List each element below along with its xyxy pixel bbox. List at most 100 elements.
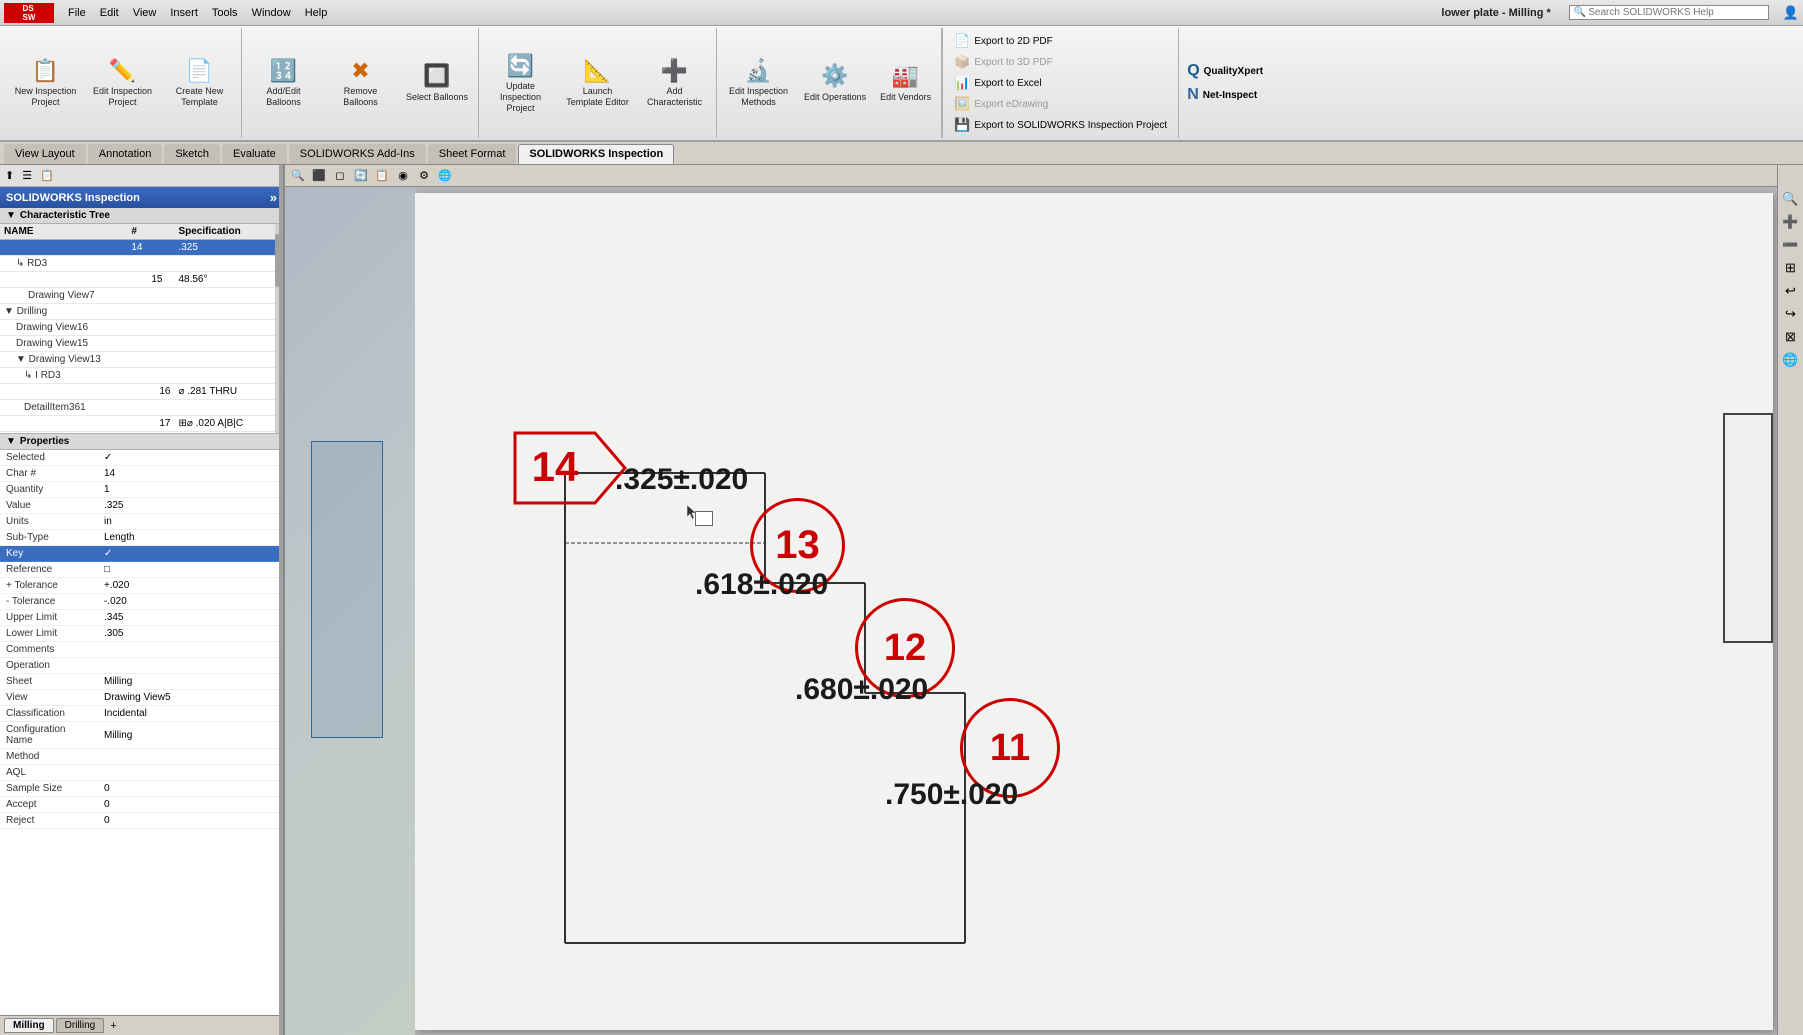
menu-file[interactable]: File	[62, 5, 92, 21]
prop-lower-limit: Lower Limit .305	[0, 626, 283, 642]
thumbnail-viewport[interactable]	[311, 441, 383, 738]
right-icon-3[interactable]: ➖	[1780, 235, 1800, 255]
char-tree-collapse-icon[interactable]: ▼	[6, 210, 16, 221]
menu-window[interactable]: Window	[246, 5, 297, 21]
tree-row-16[interactable]: 16 ⌀ .281 THRU	[0, 384, 283, 400]
panel-close-button[interactable]: »	[270, 190, 277, 205]
char-tree[interactable]: NAME # Specification 14 .325 ↳ RD3	[0, 224, 283, 434]
properties-collapse-icon[interactable]: ▼	[6, 436, 16, 447]
char-tree-title-text: Characteristic Tree	[20, 210, 110, 221]
prop-plus-tolerance: + Tolerance +.020	[0, 578, 283, 594]
qualityxpert-button[interactable]: Q QualityXpert	[1187, 62, 1263, 80]
canvas-icon-6[interactable]: ◉	[394, 167, 412, 185]
tree-row-detail361[interactable]: DetailItem361	[0, 400, 283, 416]
remove-balloons-button[interactable]: ✖ Remove Balloons	[323, 54, 398, 112]
measurement-618: .618±.020	[695, 568, 828, 602]
right-icon-8[interactable]: 🌐	[1780, 350, 1800, 370]
panel-nav-icon-3[interactable]: 📋	[37, 167, 57, 184]
canvas-icon-5[interactable]: 📋	[373, 167, 391, 185]
search-input[interactable]	[1588, 7, 1748, 18]
menu-edit[interactable]: Edit	[94, 5, 125, 21]
prop-config-name-value: Milling	[104, 730, 132, 741]
tab-sw-inspection[interactable]: SOLIDWORKS Inspection	[518, 144, 674, 164]
right-icon-2[interactable]: ➕	[1780, 212, 1800, 232]
edit-inspection-icon: ✏️	[109, 58, 136, 84]
tree-row-drawing-view13[interactable]: ▼ Drawing View13	[0, 352, 283, 368]
panel-splitter[interactable]	[279, 165, 283, 1035]
right-icon-7[interactable]: ⊠	[1783, 327, 1798, 347]
measurement-750: .750±.020	[885, 778, 1018, 812]
canvas-icon-3[interactable]: ◻	[331, 167, 349, 185]
panel-nav-icon-2[interactable]: ☰	[19, 167, 35, 184]
tree-row-drawing-view15[interactable]: Drawing View15	[0, 336, 283, 352]
net-inspect-icon: N	[1187, 86, 1199, 104]
tab-sheet-format[interactable]: Sheet Format	[428, 144, 517, 164]
cursor-box	[695, 511, 713, 526]
tab-sw-addins[interactable]: SOLIDWORKS Add-Ins	[289, 144, 426, 164]
tree-row-drawing-view16[interactable]: Drawing View16	[0, 320, 283, 336]
add-edit-balloons-icon: 🔢	[270, 58, 297, 84]
create-new-button[interactable]: 📄 Create New Template	[162, 54, 237, 112]
window-controls: 👤	[1783, 5, 1799, 21]
tab-annotation[interactable]: Annotation	[88, 144, 163, 164]
prop-lower-limit-value: .305	[104, 628, 123, 639]
tab-view-layout[interactable]: View Layout	[4, 144, 86, 164]
launch-template-button[interactable]: 📐 Launch Template Editor	[560, 54, 635, 112]
btab-drilling[interactable]: Drilling	[56, 1018, 105, 1033]
add-characteristic-button[interactable]: ➕ Add Characteristic	[637, 54, 712, 112]
tree-row-drilling[interactable]: ▼ Drilling	[0, 304, 283, 320]
tree-row-rd3a[interactable]: ↳ RD3	[0, 256, 283, 272]
update-inspection-button[interactable]: 🔄 Update Inspection Project	[483, 49, 558, 118]
search-icon: 🔍	[1574, 7, 1586, 18]
export-excel[interactable]: 📊 Export to Excel	[951, 74, 1170, 92]
prop-comments: Comments	[0, 642, 283, 658]
prop-sample-size: Sample Size 0	[0, 781, 283, 797]
add-edit-balloons-button[interactable]: 🔢 Add/Edit Balloons	[246, 54, 321, 112]
update-inspection-label: Update Inspection Project	[489, 81, 552, 113]
tree-row-drawing-view7[interactable]: Drawing View7	[0, 288, 283, 304]
menu-view[interactable]: View	[127, 5, 163, 21]
menu-tools[interactable]: Tools	[206, 5, 244, 21]
tree-row-14[interactable]: 14 .325	[0, 240, 283, 256]
right-icon-5[interactable]: ↩	[1783, 281, 1798, 301]
right-icon-4[interactable]: ⊞	[1783, 258, 1798, 278]
edit-vendors-button[interactable]: 🏭 Edit Vendors	[874, 59, 937, 106]
tree-row-rd3b[interactable]: ↳ I RD3	[0, 368, 283, 384]
canvas-icon-1[interactable]: 🔍	[289, 167, 307, 185]
edit-methods-button[interactable]: 🔬 Edit Inspection Methods	[721, 54, 796, 112]
canvas-icon-7[interactable]: ⚙	[415, 167, 433, 185]
create-new-label: Create New Template	[168, 86, 231, 108]
new-inspection-button[interactable]: 📋 New Inspection Project	[8, 54, 83, 112]
export-2d-pdf[interactable]: 📄 Export to 2D PDF	[951, 32, 1170, 50]
add-characteristic-label: Add Characteristic	[643, 86, 706, 108]
tab-evaluate[interactable]: Evaluate	[222, 144, 287, 164]
export-3d-pdf[interactable]: 📦 Export to 3D PDF	[951, 53, 1170, 71]
canvas-icon-4[interactable]: 🔄	[352, 167, 370, 185]
select-balloons-button[interactable]: 🔲 Select Balloons	[400, 59, 474, 106]
export-sw-project[interactable]: 💾 Export to SOLIDWORKS Inspection Projec…	[951, 116, 1170, 134]
btab-milling[interactable]: Milling	[4, 1018, 54, 1033]
right-icon-1[interactable]: 🔍	[1780, 189, 1800, 209]
menu-insert[interactable]: Insert	[164, 5, 204, 21]
tab-sketch[interactable]: Sketch	[164, 144, 220, 164]
tree-row-17[interactable]: 17 ⊞⌀ .020 A|B|C	[0, 416, 283, 432]
panel-nav-icon-1[interactable]: ⬆	[2, 167, 17, 184]
prop-sample-size-value: 0	[104, 783, 110, 794]
canvas-icon-8[interactable]: 🌐	[436, 167, 454, 185]
right-icon-6[interactable]: ↪	[1783, 304, 1798, 324]
balloon-13-num: 13	[775, 523, 820, 568]
left-panel: ⬆ ☰ 📋 SOLIDWORKS Inspection » ▼ Characte…	[0, 165, 285, 1035]
export-edrawing[interactable]: 🖼️ Export eDrawing	[951, 95, 1170, 113]
canvas-icon-2[interactable]: ⬛	[310, 167, 328, 185]
canvas[interactable]: 🔍 ⬛ ◻ 🔄 📋 ◉ ⚙ 🌐 🔍 ➕ ➖ ⊞ ↩ ↪ ⊠ 🌐	[285, 165, 1803, 1035]
edit-operations-button[interactable]: ⚙️ Edit Operations	[798, 59, 872, 106]
menu-help[interactable]: Help	[299, 5, 334, 21]
btab-add-icon[interactable]: +	[110, 1020, 116, 1032]
prop-key-value: ✓	[104, 548, 112, 559]
new-inspection-label: New Inspection Project	[14, 86, 77, 108]
search-bar[interactable]: 🔍	[1569, 5, 1769, 20]
net-inspect-button[interactable]: N Net-Inspect	[1187, 86, 1263, 104]
qualityxpert-icon: Q	[1187, 62, 1199, 80]
edit-inspection-button[interactable]: ✏️ Edit Inspection Project	[85, 54, 160, 112]
tree-row-15[interactable]: 15 48.56°	[0, 272, 283, 288]
